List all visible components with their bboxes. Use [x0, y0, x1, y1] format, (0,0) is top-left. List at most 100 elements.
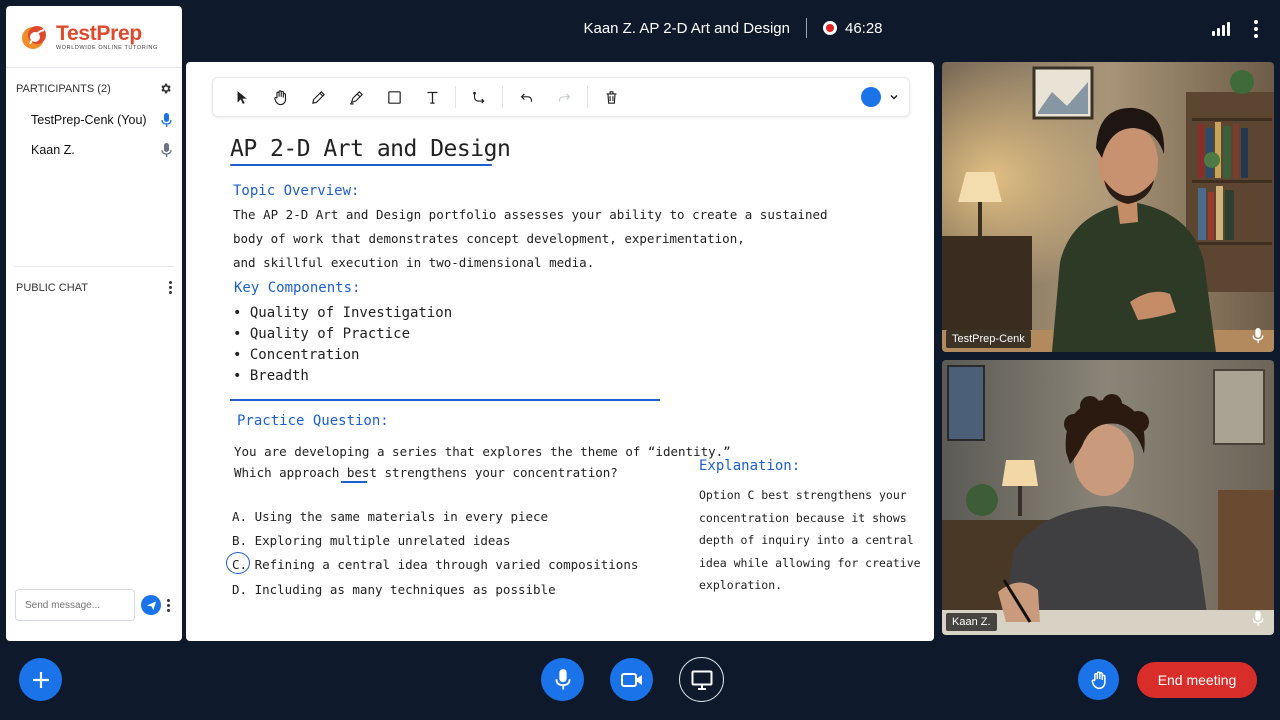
- square-icon: [387, 90, 401, 104]
- brand-name: TestPrep: [56, 22, 142, 45]
- emphasis-underline: [341, 481, 367, 483]
- toolbar-divider: [455, 86, 456, 108]
- video-name-tag: Kaan Z.: [946, 613, 997, 631]
- participant-item-you[interactable]: TestPrep-Cenk (You): [6, 105, 182, 135]
- end-meeting-button[interactable]: End meeting: [1137, 662, 1257, 698]
- highlighter-tool-button[interactable]: [337, 82, 375, 112]
- pen-icon: [311, 90, 325, 104]
- chevron-down-icon[interactable]: [889, 92, 899, 102]
- tutor-video-feed: [942, 62, 1274, 352]
- clear-board-button[interactable]: [592, 82, 630, 112]
- hand-icon: [273, 89, 286, 105]
- raised-hand-icon: [1091, 670, 1106, 689]
- share-screen-button[interactable]: [679, 657, 724, 702]
- overview-line: and skillful execution in two-dimensiona…: [233, 255, 595, 270]
- answer-option-c: C. Refining a central idea through varie…: [232, 557, 639, 572]
- header-divider: [805, 18, 807, 38]
- answer-option-d: D. Including as many techniques as possi…: [232, 582, 556, 597]
- plus-icon: [32, 671, 49, 688]
- redo-icon: [558, 93, 570, 102]
- video-name-tag: TestPrep-Cenk: [946, 330, 1031, 348]
- title-underline: [230, 164, 492, 166]
- chat-more-icon[interactable]: [167, 598, 170, 612]
- chat-compose: [15, 589, 174, 621]
- chat-heading: PUBLIC CHAT: [16, 281, 88, 294]
- mic-icon: [161, 142, 172, 157]
- explanation-line: exploration.: [699, 578, 783, 592]
- component-item: • Quality of Practice: [233, 326, 411, 342]
- raise-hand-button[interactable]: [1078, 659, 1119, 700]
- pen-tool-button[interactable]: [299, 82, 337, 112]
- participants-heading: PARTICIPANTS (2): [16, 82, 111, 95]
- trash-icon: [606, 90, 616, 104]
- board-title: AP 2-D Art and Design: [230, 136, 511, 162]
- redo-button[interactable]: [545, 82, 583, 112]
- overview-line: body of work that demonstrates concept d…: [233, 231, 745, 246]
- chat-header: PUBLIC CHAT: [6, 281, 182, 294]
- whiteboard-toolbar: [212, 77, 910, 117]
- whiteboard[interactable]: AP 2-D Art and Design Topic Overview: Th…: [186, 62, 934, 641]
- sidebar-divider: [14, 266, 174, 267]
- testprep-logo-icon: [22, 25, 46, 49]
- question-line: Which approach best strengthens your con…: [234, 465, 618, 480]
- component-item: • Breadth: [233, 368, 309, 384]
- text-tool-button[interactable]: [413, 82, 451, 112]
- gear-icon[interactable]: [159, 82, 172, 95]
- question-line: You are developing a series that explore…: [234, 444, 731, 459]
- toolbar-divider: [587, 86, 588, 108]
- undo-icon: [520, 93, 532, 102]
- chat-options-icon[interactable]: [169, 281, 172, 294]
- brand-tagline: WORLDWIDE ONLINE TUTORING: [56, 45, 158, 51]
- send-message-button[interactable]: [141, 595, 161, 615]
- student-video-feed: [942, 360, 1274, 635]
- chat-message-input[interactable]: [15, 589, 135, 621]
- explanation-line: idea while allowing for creative: [699, 556, 921, 570]
- send-icon: [146, 600, 156, 610]
- cursor-icon: [237, 90, 247, 104]
- toggle-camera-button[interactable]: [610, 658, 653, 701]
- explanation-line: depth of inquiry into a central: [699, 533, 914, 547]
- meeting-timer: 46:28: [844, 19, 883, 37]
- sidebar: TestPrep WORLDWIDE ONLINE TUTORING PARTI…: [6, 6, 182, 641]
- top-bar: Kaan Z. AP 2-D Art and Design 46:28: [186, 0, 1280, 60]
- explanation-line: Option C best strengthens your: [699, 488, 907, 502]
- add-actions-button[interactable]: [19, 658, 62, 701]
- record-icon: [822, 21, 837, 35]
- explanation-line: concentration because it shows: [699, 511, 907, 525]
- component-item: • Concentration: [233, 347, 360, 363]
- brand-logo: TestPrep WORLDWIDE ONLINE TUTORING: [6, 6, 182, 68]
- pan-tool-button[interactable]: [261, 82, 299, 112]
- more-options-icon[interactable]: [1254, 20, 1258, 38]
- answer-option-a: A. Using the same materials in every pie…: [232, 509, 549, 524]
- topic-heading: Topic Overview:: [233, 183, 360, 199]
- color-picker[interactable]: [861, 87, 899, 107]
- components-heading: Key Components:: [234, 280, 361, 296]
- monitor-icon: [691, 670, 712, 690]
- recording-indicator: 46:28: [822, 19, 883, 37]
- shape-tool-button[interactable]: [375, 82, 413, 112]
- explanation-heading: Explanation:: [699, 458, 801, 474]
- connector-tool-button[interactable]: [460, 82, 498, 112]
- video-tile-tutor[interactable]: TestPrep-Cenk: [942, 62, 1274, 352]
- meeting-title: Kaan Z. AP 2-D Art and Design: [583, 19, 790, 37]
- highlighter-icon: [349, 90, 363, 104]
- undo-button[interactable]: [507, 82, 545, 112]
- selected-color-swatch[interactable]: [861, 87, 881, 107]
- participant-name: Kaan Z.: [31, 143, 75, 157]
- text-icon: [427, 91, 437, 104]
- toolbar-divider: [502, 86, 503, 108]
- overview-line: The AP 2-D Art and Design portfolio asse…: [233, 207, 828, 222]
- mic-active-icon: [161, 112, 172, 127]
- component-item: • Quality of Investigation: [233, 305, 453, 321]
- toggle-mic-button[interactable]: [541, 658, 584, 701]
- video-tile-student[interactable]: Kaan Z.: [942, 360, 1274, 635]
- connector-icon: [472, 91, 485, 104]
- select-tool-button[interactable]: [223, 82, 261, 112]
- participants-header: PARTICIPANTS (2): [6, 82, 182, 95]
- question-heading: Practice Question:: [237, 413, 389, 429]
- mic-icon: [1252, 611, 1264, 626]
- participant-name: TestPrep-Cenk (You): [31, 113, 147, 127]
- microphone-icon: [555, 668, 570, 689]
- connection-status-icon[interactable]: [1212, 22, 1230, 36]
- participant-item-kaan[interactable]: Kaan Z.: [6, 135, 182, 165]
